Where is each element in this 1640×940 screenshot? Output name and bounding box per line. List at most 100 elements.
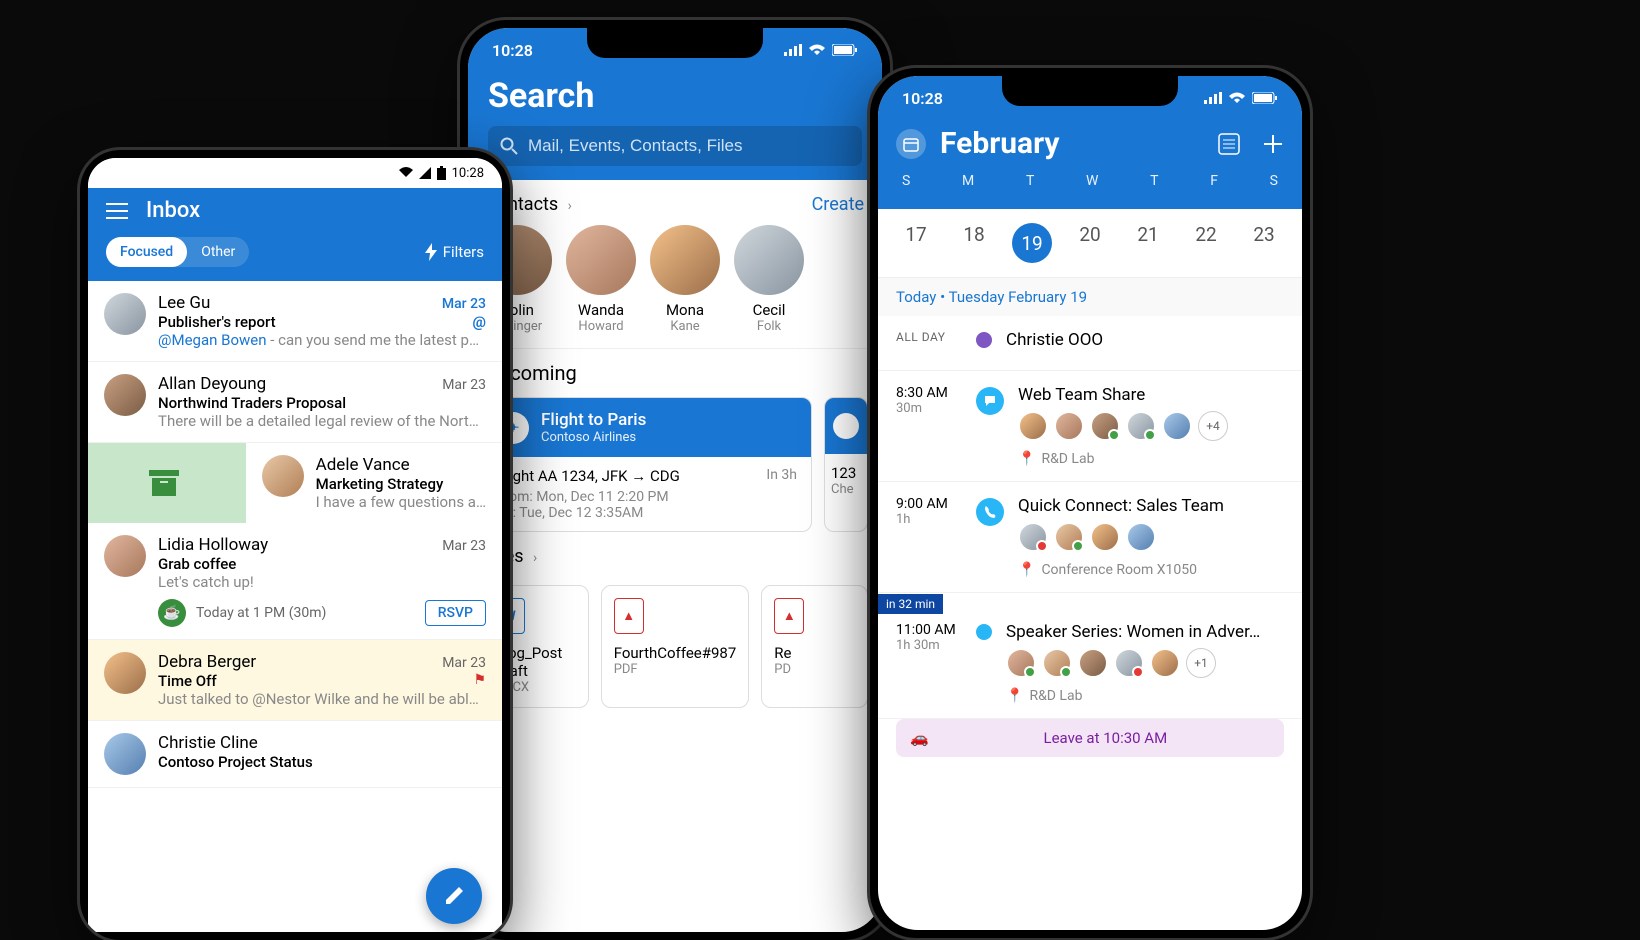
mail-item[interactable]: Allan Deyoung Mar 23 Northwind Traders P… xyxy=(88,362,502,443)
contacts-row: ColinBallinger WandaHoward MonaKane Ceci… xyxy=(468,225,882,349)
calendar-header: February SMTWTFS xyxy=(878,120,1302,209)
mail-sender: Christie Cline xyxy=(158,733,486,753)
cal-date-selected[interactable]: 19 xyxy=(1012,223,1052,263)
avatar xyxy=(104,652,146,694)
signal-icon xyxy=(1204,92,1222,104)
pdf-file-icon: ▲ xyxy=(614,598,644,634)
rsvp-button[interactable]: RSVP xyxy=(425,600,486,626)
attendee-avatar xyxy=(1114,648,1144,678)
mail-subject: Time Off xyxy=(158,672,217,690)
status-time: 10:28 xyxy=(452,166,484,181)
calendar-month-title[interactable]: February xyxy=(940,126,1059,161)
filters-button[interactable]: Filters xyxy=(425,243,484,261)
inbox-title: Inbox xyxy=(146,198,200,223)
notch xyxy=(1002,76,1178,106)
inbox-header: Inbox Focused Other Filters xyxy=(88,188,502,281)
notch xyxy=(587,28,763,58)
event-dot xyxy=(976,332,992,348)
car-icon: 🚗 xyxy=(910,729,929,747)
mail-sender: Debra Berger xyxy=(158,652,256,672)
cal-date[interactable]: 21 xyxy=(1128,223,1168,263)
cal-date[interactable]: 18 xyxy=(954,223,994,263)
attendee-row: +1 xyxy=(1006,648,1284,678)
calendar-phone: 10:28 February SM xyxy=(870,68,1310,938)
flight-card[interactable]: ✈ Flight to ParisContoso Airlines Flight… xyxy=(482,397,812,532)
contact-card[interactable]: CecilFolk xyxy=(734,225,804,334)
file-card-partial[interactable]: ▲RePD xyxy=(761,585,868,708)
menu-icon[interactable] xyxy=(106,203,128,219)
more-attendees[interactable]: +1 xyxy=(1186,648,1216,678)
add-event-icon[interactable] xyxy=(1262,133,1284,155)
upcoming-section-header[interactable]: Upcoming xyxy=(468,349,882,397)
card-icon xyxy=(833,413,859,439)
status-time: 10:28 xyxy=(492,41,533,60)
files-section-header[interactable]: Files › xyxy=(468,532,882,577)
today-label: Today • Tuesday February 19 xyxy=(878,278,1302,316)
file-card[interactable]: ▲FourthCoffee#987PDF xyxy=(601,585,750,708)
mail-sender: Adele Vance xyxy=(316,455,486,475)
attendee-avatar xyxy=(1126,522,1156,552)
tab-focused[interactable]: Focused xyxy=(106,237,187,267)
battery-icon xyxy=(832,44,858,56)
all-day-row[interactable]: ALL DAY Christie OOO xyxy=(878,316,1302,371)
event-title: Web Team Share xyxy=(1018,385,1284,405)
attendee-avatar xyxy=(1126,411,1156,441)
compose-button[interactable] xyxy=(426,868,482,924)
mail-date: Mar 23 xyxy=(442,655,486,671)
chevron-right-icon: › xyxy=(530,550,538,566)
attendee-avatar xyxy=(1150,648,1180,678)
mail-item-swiped[interactable]: Adele Vance Marketing Strategy I have a … xyxy=(88,443,502,523)
cal-date[interactable]: 23 xyxy=(1244,223,1284,263)
mail-item[interactable]: Lee Gu Mar 23 Publisher's report @ @Mega… xyxy=(88,281,502,362)
search-input[interactable] xyxy=(528,136,850,156)
mail-preview: @Megan Bowen - can you send me the lates… xyxy=(158,331,486,349)
contact-card[interactable]: WandaHoward xyxy=(566,225,636,334)
mail-item[interactable]: Lidia Holloway Mar 23 Grab coffee Let's … xyxy=(88,523,502,640)
avatar xyxy=(104,733,146,775)
leave-bar[interactable]: 🚗 Leave at 10:30 AM xyxy=(896,719,1284,757)
mail-sender: Lidia Holloway xyxy=(158,535,268,555)
date-row: 17 18 19 20 21 22 23 xyxy=(878,209,1302,278)
attendee-avatar xyxy=(1090,522,1120,552)
agenda-view-icon[interactable] xyxy=(1218,133,1240,155)
avatar xyxy=(104,374,146,416)
event-time: Today at 1 PM (30m) xyxy=(196,605,415,621)
create-contact-link[interactable]: Create xyxy=(812,194,864,215)
mail-item-flagged[interactable]: Debra Berger Mar 23 Time Off ⚑ Just talk… xyxy=(88,640,502,721)
cal-date[interactable]: 17 xyxy=(896,223,936,263)
attendee-avatar xyxy=(1054,411,1084,441)
wifi-icon xyxy=(399,167,413,179)
tab-other[interactable]: Other xyxy=(187,237,249,267)
contacts-section-header[interactable]: Contacts › Create xyxy=(468,180,882,225)
search-header: Search xyxy=(468,72,882,180)
contact-card[interactable]: MonaKane xyxy=(650,225,720,334)
agenda-item[interactable]: 9:00 AM1h Quick Connect: Sales Team 📍Con… xyxy=(878,482,1302,593)
more-attendees[interactable]: +4 xyxy=(1198,411,1228,441)
cal-date[interactable]: 20 xyxy=(1070,223,1110,263)
mail-date: Mar 23 xyxy=(442,377,486,393)
mail-subject: Northwind Traders Proposal xyxy=(158,394,486,412)
bolt-icon xyxy=(425,243,437,261)
event-title: Quick Connect: Sales Team xyxy=(1018,496,1284,516)
inbox-tabs: Focused Other xyxy=(106,237,249,267)
attendee-avatar xyxy=(1018,522,1048,552)
agenda-item[interactable]: 8:30 AM30m Web Team Share +4 📍R&D Lab xyxy=(878,371,1302,482)
archive-icon[interactable] xyxy=(88,470,240,496)
search-box[interactable] xyxy=(488,126,862,166)
mail-preview: There will be a detailed legal review of… xyxy=(158,412,486,430)
avatar xyxy=(104,293,146,335)
upcoming-card-partial[interactable]: 123Che xyxy=(824,397,868,532)
location-icon: 📍 xyxy=(1018,451,1035,467)
mail-sender: Lee Gu xyxy=(158,293,210,313)
files-row: WBlog_Post DraftDOCX ▲FourthCoffee#987PD… xyxy=(468,577,882,716)
cal-date[interactable]: 22 xyxy=(1186,223,1226,263)
attendee-avatar xyxy=(1090,411,1120,441)
agenda-item[interactable]: 11:00 AM1h 30m Speaker Series: Women in … xyxy=(878,618,1302,719)
attendee-row xyxy=(1018,522,1284,552)
search-icon xyxy=(500,137,518,155)
mail-item[interactable]: Christie Cline Contoso Project Status xyxy=(88,721,502,788)
chevron-right-icon: › xyxy=(564,198,572,214)
mail-date: Mar 23 xyxy=(442,538,486,554)
pencil-icon xyxy=(443,885,465,907)
calendar-account-icon[interactable] xyxy=(896,129,926,159)
